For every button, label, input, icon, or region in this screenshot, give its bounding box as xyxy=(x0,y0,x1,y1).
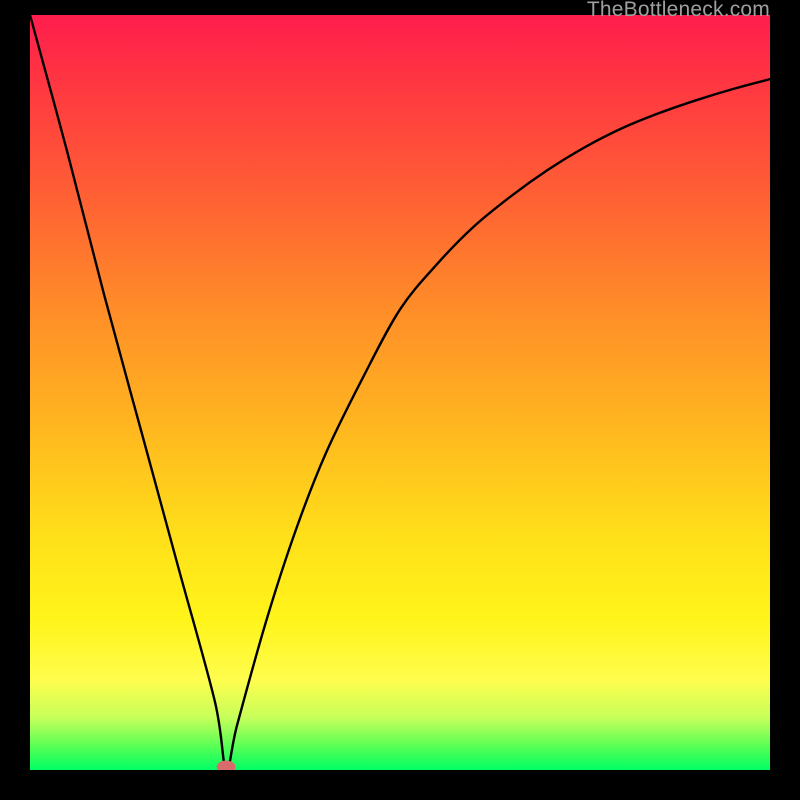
chart-frame: TheBottleneck.com xyxy=(0,0,800,800)
minimum-marker xyxy=(217,761,235,770)
plot-area xyxy=(30,15,770,770)
watermark-text: TheBottleneck.com xyxy=(587,0,770,20)
curve-path xyxy=(30,15,770,770)
bottleneck-curve xyxy=(30,15,770,770)
